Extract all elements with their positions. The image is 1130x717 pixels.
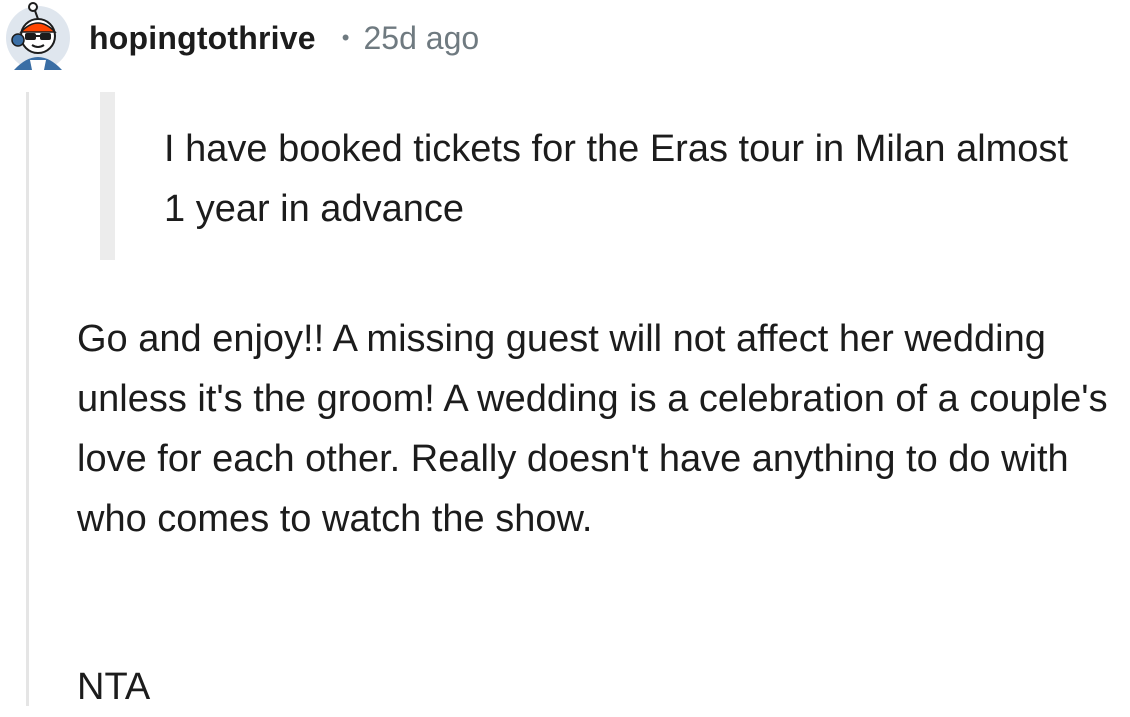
username-link[interactable]: hopingtothrive xyxy=(89,20,316,57)
blockquote: I have booked tickets for the Eras tour … xyxy=(100,92,1090,260)
comment-body: Go and enjoy!! A missing guest will not … xyxy=(77,318,1108,540)
quote-text: I have booked tickets for the Eras tour … xyxy=(164,128,1068,230)
thread-line[interactable] xyxy=(26,92,29,706)
comment-header: hopingtothrive • 25d ago xyxy=(89,18,479,58)
comment-verdict: NTA xyxy=(77,666,151,708)
comment: hopingtothrive • 25d ago I have booked t… xyxy=(0,0,1130,708)
quote-bar xyxy=(100,92,115,260)
snoo-avatar-icon[interactable] xyxy=(0,0,72,72)
meta-separator: • xyxy=(341,25,350,50)
timestamp: 25d ago xyxy=(363,19,480,56)
